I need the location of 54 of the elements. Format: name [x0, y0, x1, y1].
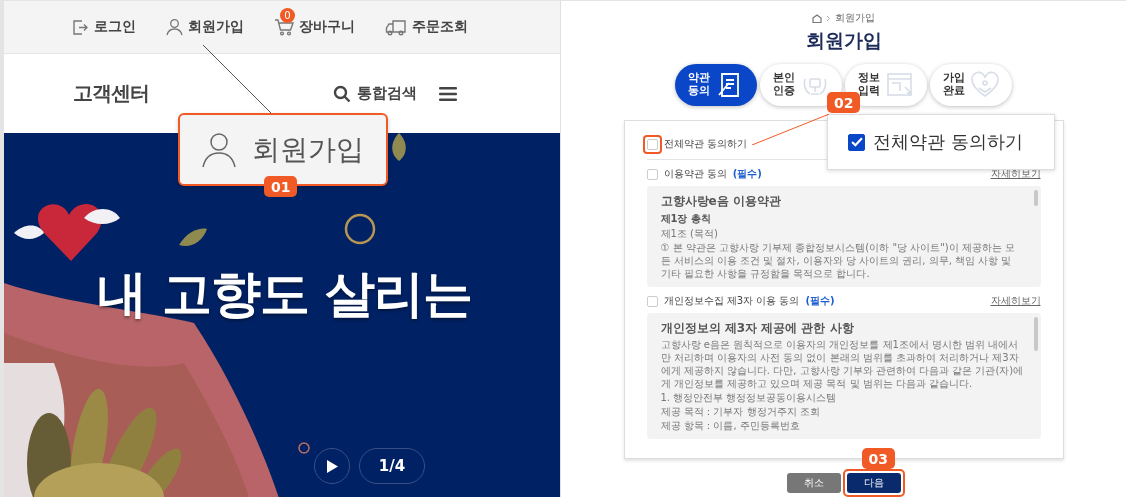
leader-line: [202, 44, 272, 114]
banner-headline: 내 고향도 살리는: [95, 264, 473, 323]
document-title: 개인정보의 제3자 제공에 관한 사항: [660, 320, 855, 337]
highlight-marker: [642, 134, 662, 154]
agree-all-label: 전체약관 동의하기: [663, 137, 747, 151]
truck-icon: [385, 18, 407, 36]
checkbox[interactable]: [646, 168, 658, 180]
term-label: 이용약관 동의: [663, 167, 727, 181]
menu-icon[interactable]: [439, 85, 457, 102]
search-button[interactable]: 통합검색: [333, 84, 417, 103]
step-tab[interactable]: 약관 동의: [675, 64, 757, 106]
callout-label: 회원가입: [252, 131, 364, 168]
login-icon: [71, 18, 89, 36]
document-text: 제공 목적 : 기부자 행정거주지 조회: [660, 405, 821, 418]
cart-icon: [274, 18, 294, 36]
heart-hands-icon: [970, 71, 1000, 99]
search-icon: [333, 84, 351, 103]
scrollbar-thumb[interactable]: [1033, 190, 1038, 206]
page-title: 회원가입: [805, 28, 882, 53]
site-title: 고객센터: [73, 80, 149, 107]
view-details-link[interactable]: 자세히보기: [990, 294, 1041, 308]
document-heading: 제1장 총칙: [660, 212, 712, 226]
step-number-badge: 01: [264, 176, 298, 197]
play-icon: [326, 459, 338, 473]
document-text: 고향사랑 e음은 원칙적으로 이용자의 개인정보를 제1조에서 명시한 범위 내에서만 처리하며 이용자의 사전 동의 없이 본래의 범위를 초과하여 처리하거나 제3자에게 제공하지 않습니다. 다만, 고향사랑 기부와 관련하여 다음과 같은 기관(자)에게 개인정보를 제공하고 있으며 제공 목적 및 범위는 다음과 같습니다.: [660, 338, 1025, 390]
home-icon: [812, 13, 822, 23]
user-icon: [166, 18, 183, 36]
document-title: 고향사랑e음 이용약관: [660, 193, 782, 210]
callout-label: 전체약관 동의하기: [873, 130, 1023, 154]
scrollbar-thumb[interactable]: [1033, 317, 1038, 351]
step-number-badge: 03: [861, 448, 895, 469]
top-nav-link[interactable]: 회원가입: [166, 18, 244, 36]
document-text: ① 본 약관은 고향사랑 기부제 종합정보시스템(이하 "당 사이트")이 제공하는 모든 서비스의 이용 조건 및 절차, 이용자와 당 사이트의 권리, 의무, 책임 사항 및 기타 필요한 사항을 규정함을 목적으로 합니다.: [660, 241, 1017, 280]
check-icon: [850, 137, 863, 147]
document-text: 1. 행정안전부 행정정보공동이용시스템: [660, 391, 838, 404]
cancel-button[interactable]: 취소: [786, 473, 841, 493]
cart-count-badge: 0: [280, 8, 295, 23]
term-label: 개인정보수집 제3자 이용 동의: [663, 294, 800, 308]
required-tag: (필수): [805, 294, 835, 308]
browser-cursor-icon: [885, 71, 915, 99]
view-details-link[interactable]: 자세히보기: [990, 167, 1041, 181]
step-tab[interactable]: 가입 완료: [930, 64, 1012, 106]
top-nav-link[interactable]: 주문조회: [385, 18, 468, 36]
document-text: 제공 항목 : 이름, 주민등록번호: [660, 419, 801, 432]
breadcrumb-item: 회원가입: [835, 11, 875, 25]
checkbox[interactable]: [646, 138, 658, 150]
next-button[interactable]: 다음: [846, 473, 901, 493]
step-number-badge: 02: [827, 92, 861, 113]
top-nav-link[interactable]: 로그인: [71, 18, 136, 36]
required-tag: (필수): [732, 167, 762, 181]
chevron-icon: [826, 14, 831, 22]
user-icon: [202, 131, 236, 168]
document-text: 제1조 (목적): [660, 227, 719, 240]
checkbox[interactable]: [646, 295, 658, 307]
